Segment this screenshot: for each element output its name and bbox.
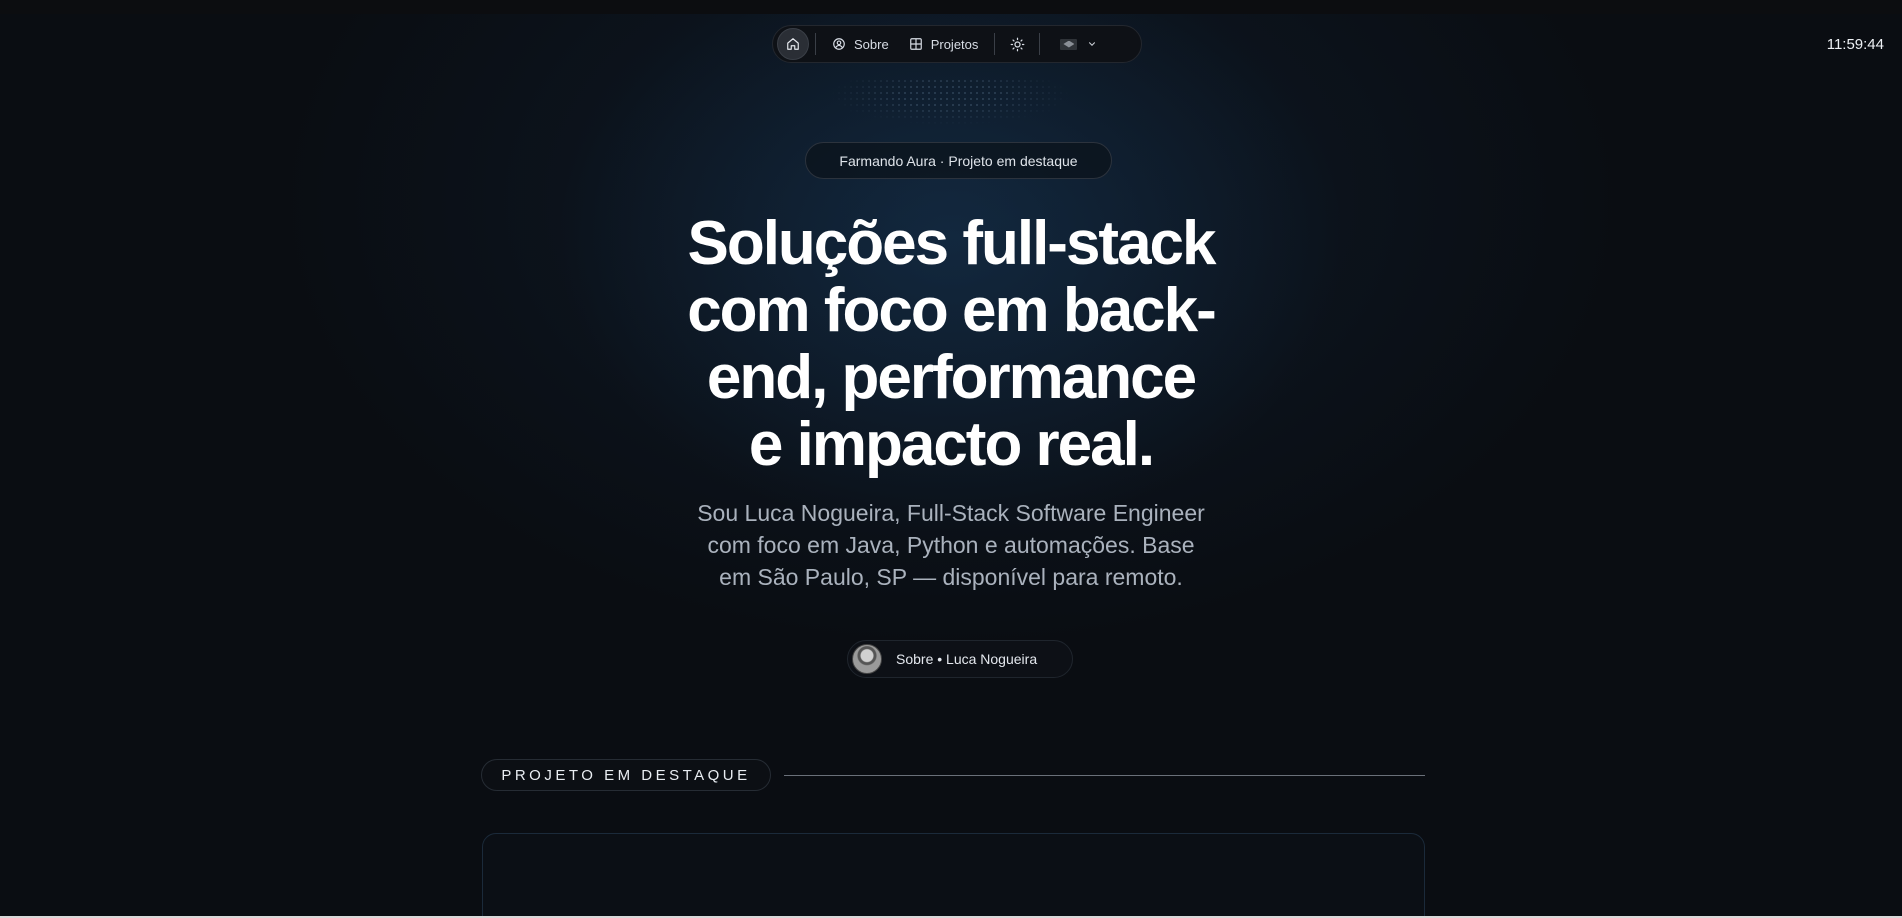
- main-nav: Sobre Projetos: [772, 25, 1142, 63]
- avatar: [852, 644, 882, 674]
- hero-subtitle: Sou Luca Nogueira, Full-Stack Software E…: [660, 497, 1242, 593]
- hero-headline: Soluções full-stack com foco em back- en…: [600, 210, 1302, 478]
- headline-line: e impacto real.: [748, 410, 1155, 479]
- nav-divider: [1039, 33, 1041, 55]
- home-icon: [786, 37, 800, 51]
- featured-project-badge[interactable]: Farmando Aura · Projeto em destaque: [805, 142, 1112, 179]
- language-select[interactable]: [1046, 29, 1107, 59]
- headline-line: Soluções full-stack: [687, 209, 1216, 278]
- headline-line: com foco em back-: [687, 276, 1217, 345]
- section-divider: [784, 775, 1425, 776]
- nav-item-projetos[interactable]: Projetos: [899, 29, 989, 59]
- nav-divider: [994, 33, 996, 55]
- section-label: PROJETO EM DESTAQUE: [481, 759, 771, 791]
- subtitle-line: com foco em Java, Python e automações. B…: [707, 532, 1195, 558]
- window-top-bar: [0, 0, 1902, 14]
- nav-home-button[interactable]: [777, 28, 809, 60]
- clock-time: 11:59:44: [1826, 36, 1884, 53]
- nav-divider: [815, 33, 816, 55]
- subtitle-line: em São Paulo, SP — disponível para remot…: [719, 564, 1183, 590]
- author-link-label: Sobre • Luca Nogueira: [896, 651, 1038, 667]
- brazil-flag-icon: [1060, 38, 1078, 50]
- nav-item-sobre[interactable]: Sobre: [822, 29, 899, 59]
- user-circle-icon: [832, 37, 846, 51]
- author-link[interactable]: Sobre • Luca Nogueira: [847, 640, 1073, 678]
- grid-icon: [909, 37, 923, 51]
- featured-project-card[interactable]: [482, 833, 1425, 918]
- headline-line: end, performance: [706, 343, 1197, 412]
- nav-item-label: Projetos: [930, 36, 979, 52]
- nav-item-label: Sobre: [854, 36, 889, 52]
- sun-icon: [1010, 37, 1025, 52]
- dot-pattern-decoration: [830, 78, 1070, 136]
- theme-toggle-button[interactable]: [1001, 29, 1033, 59]
- subtitle-line: Sou Luca Nogueira, Full-Stack Software E…: [697, 500, 1205, 526]
- page: Sobre Projetos 11:59:44 Farmando Aura · …: [0, 0, 1902, 918]
- chevron-down-icon: [1087, 39, 1097, 49]
